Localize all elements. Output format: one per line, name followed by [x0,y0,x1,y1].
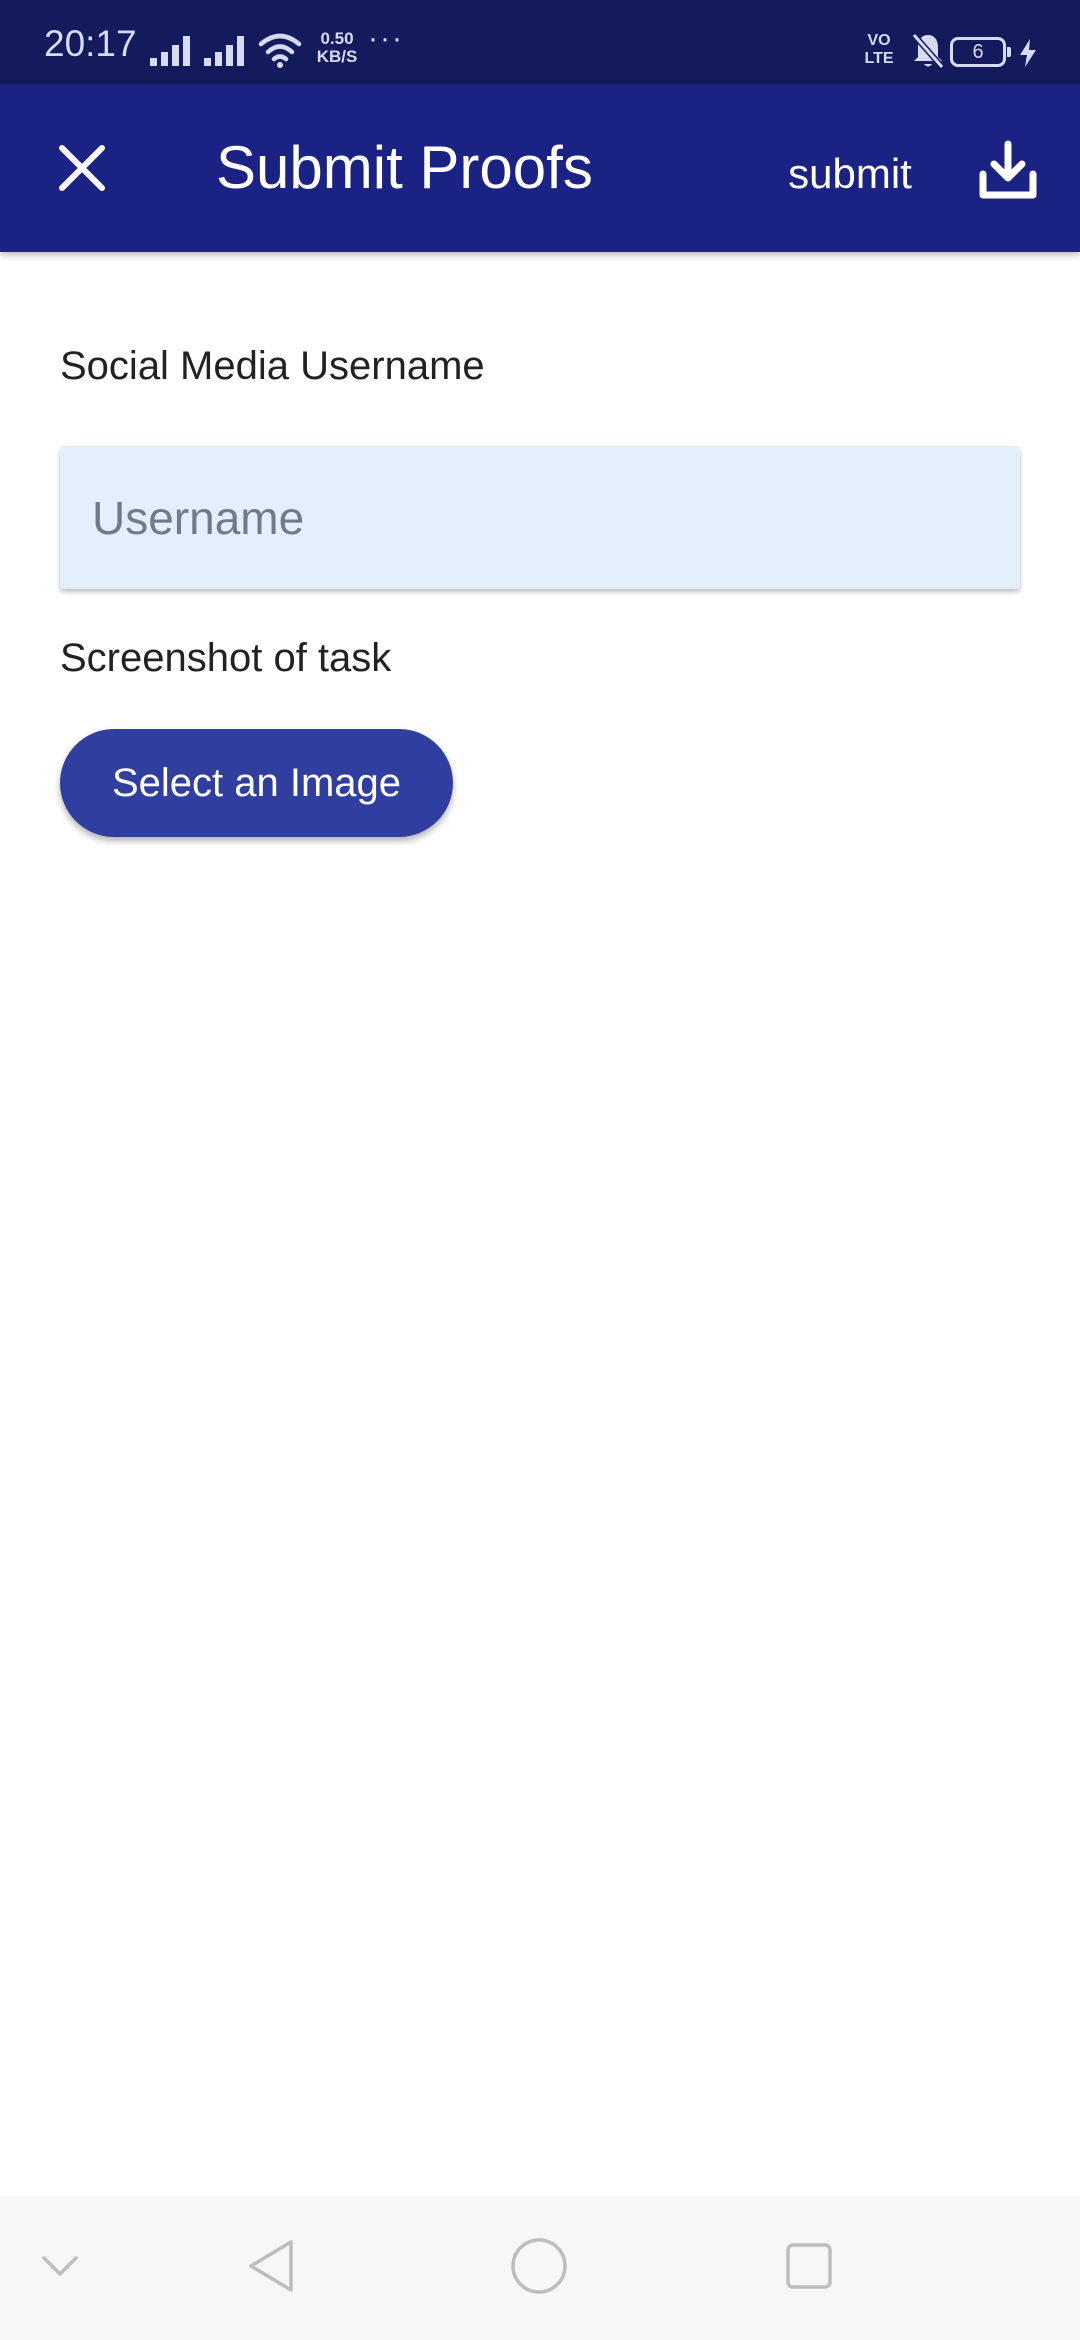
username-field[interactable] [60,446,1020,589]
status-time: 20:17 [44,23,137,64]
network-speed: 0.50 KB/S [312,30,362,66]
username-label: Social Media Username [60,344,485,388]
home-icon [510,2237,568,2300]
mute-icon [910,32,946,75]
recent-apps-button[interactable] [774,2233,844,2303]
signal-icon [148,32,194,73]
close-icon [58,144,106,197]
close-button[interactable] [40,128,124,212]
more-notifications: ··· [368,22,404,55]
page-title: Submit Proofs [216,134,593,201]
back-icon [245,2238,297,2299]
chevron-down-icon [40,2254,80,2283]
download-icon [978,140,1038,205]
volte-indicator: VO LTE [856,32,902,68]
navigation-bar [0,2196,1080,2340]
status-bar: 20:17 0.50 KB/S ··· VO LTE 6 [0,0,1080,84]
download-button[interactable] [970,134,1046,210]
network-speed-value: 0.50 [320,29,354,48]
charging-icon [1018,38,1038,73]
battery-icon: 6 [950,37,1011,67]
screenshot-label: Screenshot of task [60,636,392,680]
network-speed-unit: KB/S [316,47,358,66]
signal-icon [202,32,248,73]
back-button[interactable] [236,2233,306,2303]
wifi-icon [258,32,302,73]
screen: 20:17 0.50 KB/S ··· VO LTE 6 Submit Proo… [0,0,1080,2340]
recent-apps-icon [784,2241,834,2296]
select-image-button[interactable]: Select an Image [60,729,453,837]
submit-button[interactable]: submit [770,144,930,204]
app-bar: Submit Proofs submit [0,84,1080,252]
volte-top: VO [867,32,891,49]
hide-nav-button[interactable] [30,2238,90,2298]
home-button[interactable] [504,2233,574,2303]
volte-bottom: LTE [864,50,894,67]
